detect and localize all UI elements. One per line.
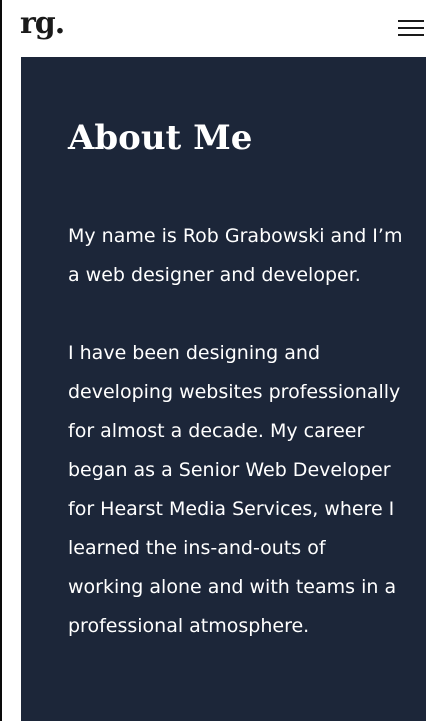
site-logo[interactable]: rg. — [20, 6, 65, 42]
about-section: About Me My name is Rob Grabowski and I’… — [21, 57, 426, 721]
site-header: rg. — [2, 0, 426, 57]
about-paragraph: I have been designing and developing web… — [68, 342, 401, 637]
page-title: About Me — [68, 118, 253, 158]
menu-line — [398, 27, 424, 29]
menu-line — [398, 34, 424, 36]
about-paragraph: My name is Rob Grabowski and I’m a web d… — [68, 225, 403, 286]
menu-line — [398, 20, 424, 22]
hamburger-menu-icon[interactable] — [396, 16, 426, 40]
page-frame: rg. About Me My name is Rob Grabowski an… — [0, 0, 426, 721]
